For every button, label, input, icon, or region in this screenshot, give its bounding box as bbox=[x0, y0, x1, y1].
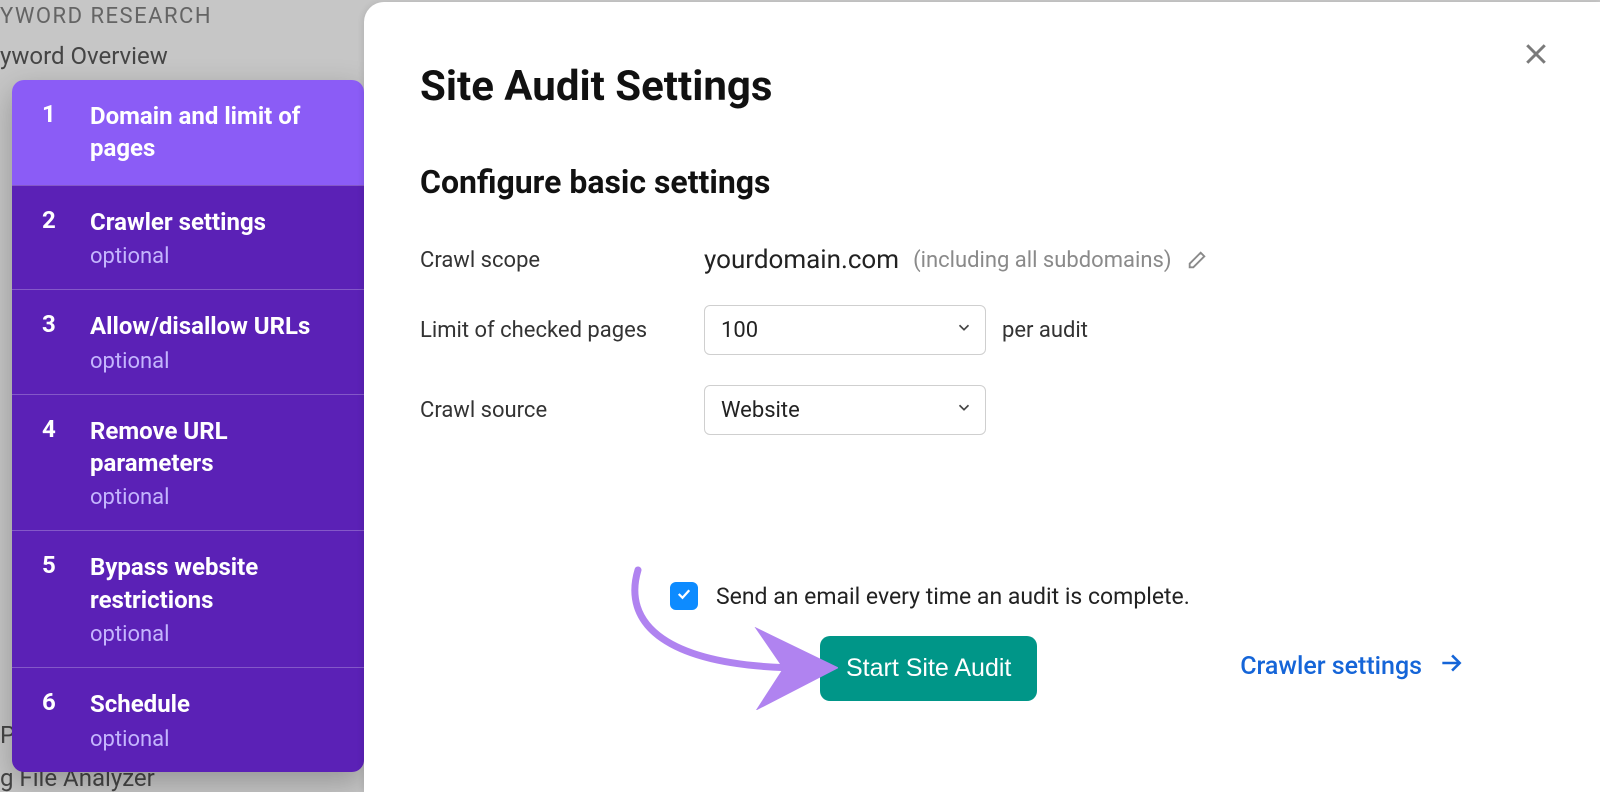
modal-subtitle: Configure basic settings bbox=[420, 163, 1540, 201]
email-label: Send an email every time an audit is com… bbox=[716, 583, 1190, 610]
step-number: 2 bbox=[42, 206, 62, 234]
modal-title: Site Audit Settings bbox=[420, 62, 1540, 111]
chevron-down-icon bbox=[955, 318, 973, 343]
email-checkbox[interactable] bbox=[670, 582, 698, 610]
step-optional-label: optional bbox=[90, 622, 342, 647]
source-select[interactable]: Website bbox=[704, 385, 986, 435]
close-button[interactable] bbox=[1516, 36, 1556, 76]
crawl-scope-value: yourdomain.com bbox=[704, 245, 899, 275]
chevron-down-icon bbox=[955, 398, 973, 423]
source-select-value: Website bbox=[721, 398, 800, 423]
step-optional-label: optional bbox=[90, 485, 342, 510]
crawler-settings-link[interactable]: Crawler settings bbox=[1240, 650, 1464, 683]
limit-select[interactable]: 100 bbox=[704, 305, 986, 355]
limit-select-value: 100 bbox=[721, 318, 758, 343]
email-notify-row: Send an email every time an audit is com… bbox=[670, 582, 1190, 610]
row-crawl-scope: Crawl scope yourdomain.com (including al… bbox=[420, 245, 1540, 275]
crawl-scope-label: Crawl scope bbox=[420, 248, 704, 273]
limit-label: Limit of checked pages bbox=[420, 318, 704, 343]
row-limit-pages: Limit of checked pages 100 per audit bbox=[420, 305, 1540, 355]
close-icon bbox=[1521, 39, 1551, 73]
crawl-scope-note: (including all subdomains) bbox=[913, 248, 1171, 273]
step-domain-limit[interactable]: 1 Domain and limit of pages bbox=[12, 80, 364, 185]
step-schedule[interactable]: 6 Schedule optional bbox=[12, 667, 364, 771]
start-site-audit-button[interactable]: Start Site Audit bbox=[820, 636, 1037, 701]
wizard-steps: 1 Domain and limit of pages 2 Crawler se… bbox=[12, 80, 364, 772]
step-number: 5 bbox=[42, 551, 62, 579]
settings-modal: Site Audit Settings Configure basic sett… bbox=[364, 2, 1600, 792]
step-number: 1 bbox=[42, 100, 62, 128]
step-remove-url-parameters[interactable]: 4 Remove URL parameters optional bbox=[12, 394, 364, 531]
step-title: Bypass website restrictions bbox=[90, 551, 342, 616]
limit-suffix: per audit bbox=[1002, 318, 1088, 343]
source-label: Crawl source bbox=[420, 398, 704, 423]
step-title: Allow/disallow URLs bbox=[90, 310, 342, 342]
edit-icon[interactable] bbox=[1186, 249, 1208, 271]
crawler-link-label: Crawler settings bbox=[1240, 652, 1422, 681]
start-button-label: Start Site Audit bbox=[846, 654, 1011, 682]
step-optional-label: optional bbox=[90, 727, 342, 752]
step-title: Remove URL parameters bbox=[90, 415, 342, 480]
step-optional-label: optional bbox=[90, 244, 342, 269]
step-bypass-restrictions[interactable]: 5 Bypass website restrictions optional bbox=[12, 530, 364, 667]
step-title: Schedule bbox=[90, 688, 342, 720]
step-allow-disallow-urls[interactable]: 3 Allow/disallow URLs optional bbox=[12, 289, 364, 393]
step-crawler-settings[interactable]: 2 Crawler settings optional bbox=[12, 185, 364, 289]
row-crawl-source: Crawl source Website bbox=[420, 385, 1540, 435]
checkmark-icon bbox=[675, 585, 693, 607]
step-optional-label: optional bbox=[90, 349, 342, 374]
step-title: Domain and limit of pages bbox=[90, 100, 342, 165]
step-number: 3 bbox=[42, 310, 62, 338]
step-number: 6 bbox=[42, 688, 62, 716]
arrow-right-icon bbox=[1438, 650, 1464, 683]
step-number: 4 bbox=[42, 415, 62, 443]
step-title: Crawler settings bbox=[90, 206, 342, 238]
